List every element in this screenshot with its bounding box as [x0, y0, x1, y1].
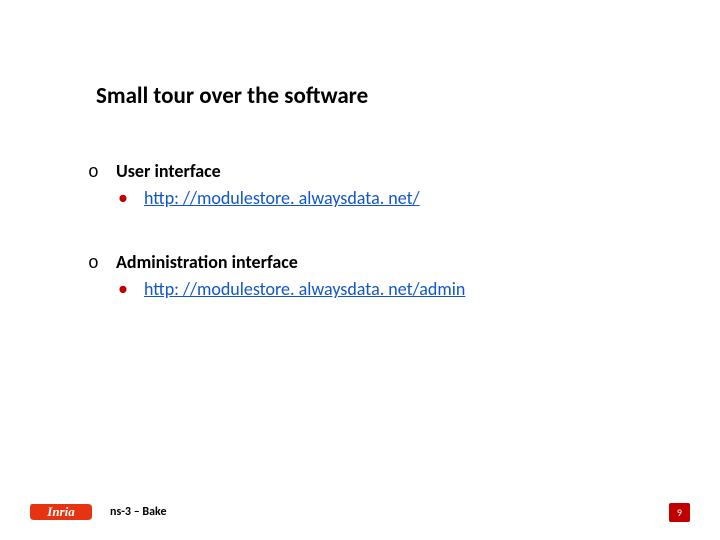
- link-admin-interface[interactable]: http: //modulestore. alwaysdata. net/adm…: [144, 278, 465, 300]
- logo-area: Inria ns-3 – Bake: [30, 500, 167, 524]
- page-number: 9: [669, 503, 690, 522]
- content-area: o User interface • http: //modulestore. …: [88, 160, 465, 342]
- section-title: User interface: [116, 160, 221, 182]
- dot-bullet-icon: •: [118, 188, 144, 208]
- section-header: o Administration interface: [88, 251, 465, 274]
- footer: Inria ns-3 – Bake 9: [30, 500, 690, 524]
- sub-bullet-row: • http: //modulestore. alwaysdata. net/: [118, 187, 465, 209]
- sub-bullet-row: • http: //modulestore. alwaysdata. net/a…: [118, 278, 465, 300]
- slide-title: Small tour over the software: [96, 82, 368, 110]
- section-header: o User interface: [88, 160, 465, 183]
- inria-logo-icon: Inria: [30, 500, 92, 524]
- section-title: Administration interface: [116, 251, 298, 273]
- circle-bullet-icon: o: [88, 163, 116, 183]
- section-user-interface: o User interface • http: //modulestore. …: [88, 160, 465, 209]
- circle-bullet-icon: o: [88, 254, 116, 274]
- footer-title: ns-3 – Bake: [110, 505, 167, 519]
- dot-bullet-icon: •: [118, 279, 144, 299]
- svg-text:Inria: Inria: [46, 504, 75, 519]
- link-user-interface[interactable]: http: //modulestore. alwaysdata. net/: [144, 187, 420, 209]
- section-admin-interface: o Administration interface • http: //mod…: [88, 251, 465, 300]
